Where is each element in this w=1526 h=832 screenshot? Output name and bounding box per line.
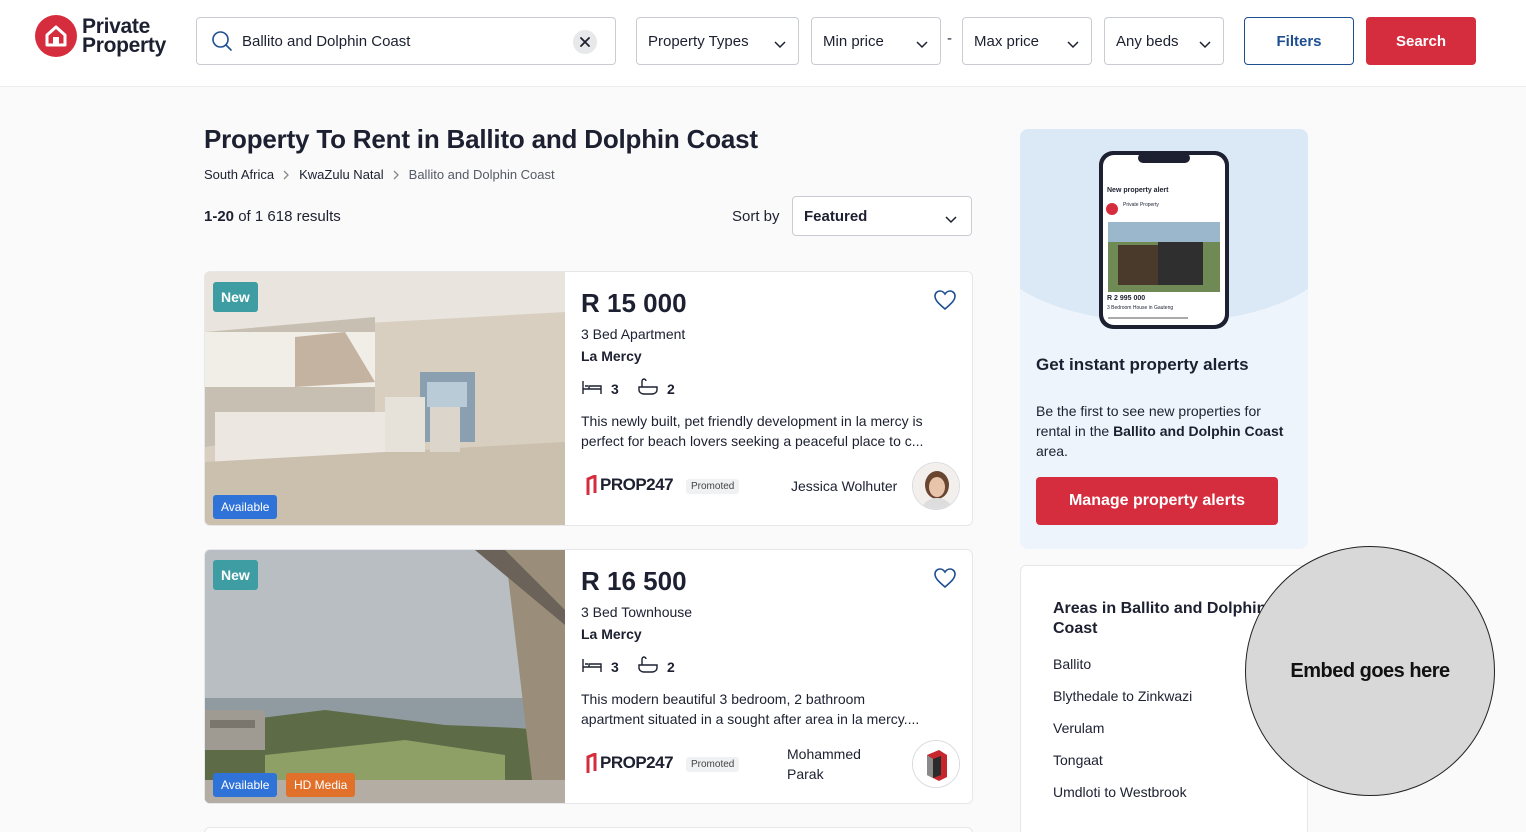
filters-button[interactable]: Filters (1244, 17, 1354, 65)
max-price-dropdown[interactable]: Max price (962, 17, 1092, 65)
chevron-down-icon (916, 36, 928, 53)
listing-description: This modern beautiful 3 bedroom, 2 bathr… (581, 691, 920, 727)
location-search-input[interactable]: Ballito and Dolphin Coast (196, 17, 616, 65)
listing-card[interactable]: New Available R 15 000 3 Bed Apartment L… (204, 271, 973, 526)
phone-alert-caption: 3 Bedroom House in Gauteng (1107, 305, 1174, 311)
chevron-right-icon (283, 170, 290, 180)
promoted-tag: Promoted (686, 757, 740, 772)
page-title: Property To Rent in Ballito and Dolphin … (204, 124, 758, 154)
search-value[interactable]: Ballito and Dolphin Coast (242, 33, 410, 50)
top-header: Private Property Ballito and Dolphin Coa… (0, 0, 1526, 87)
min-price-dropdown[interactable]: Min price (811, 17, 941, 65)
beds-label: Any beds (1116, 33, 1179, 50)
available-badge: Available (213, 773, 278, 797)
listing-card[interactable] (204, 827, 973, 832)
sort-dropdown[interactable]: Featured (792, 196, 972, 236)
listing-suburb: La Mercy (581, 348, 642, 364)
areas-title: Areas in Ballito and Dolphin Coast (1053, 600, 1267, 637)
bath-icon (637, 656, 667, 677)
alerts-title: Get instant property alerts (1036, 355, 1249, 374)
agency-logo[interactable]: PROP247 (586, 753, 674, 773)
min-price-label: Min price (823, 33, 884, 50)
listing-description: This newly built, pet friendly developme… (581, 413, 924, 449)
listing-photo[interactable]: New Available (205, 272, 565, 525)
sort-label: Sort by (732, 208, 780, 225)
sort-value: Featured (804, 208, 868, 225)
bedrooms-count: 3 (581, 656, 619, 677)
favorite-heart-icon[interactable] (933, 567, 957, 594)
search-button[interactable]: Search (1366, 17, 1476, 65)
chevron-right-icon (393, 170, 400, 180)
max-price-label: Max price (974, 33, 1040, 50)
listing-suburb: La Mercy (581, 626, 642, 642)
new-badge: New (213, 560, 258, 590)
area-link[interactable]: Verulam (1053, 720, 1104, 736)
chevron-down-icon (1199, 36, 1211, 53)
new-badge: New (213, 282, 258, 312)
agent-name: Mohammed Parak (787, 746, 861, 782)
bedrooms-count: 3 (581, 378, 619, 399)
results-count: 1-20 of 1 618 results (204, 208, 341, 225)
chevron-down-icon (774, 36, 786, 53)
agent-name: Jessica Wolhuter (791, 478, 898, 494)
search-icon (211, 30, 233, 57)
property-alerts-card: New property alert Private Property R 2 … (1020, 129, 1308, 549)
phone-alert-price: R 2 995 000 (1107, 295, 1146, 302)
embed-placeholder: Embed goes here (1245, 546, 1495, 796)
property-types-dropdown[interactable]: Property Types (636, 17, 799, 65)
bathrooms-count: 2 (637, 378, 675, 399)
bathrooms-count: 2 (637, 656, 675, 677)
listing-price: R 16 500 (581, 566, 687, 596)
area-link[interactable]: Umdloti to Westbrook (1053, 784, 1187, 800)
listing-type: 3 Bed Townhouse (581, 604, 693, 620)
phone-alert-header: New property alert (1107, 187, 1169, 194)
bed-icon (581, 656, 611, 677)
price-range-separator: - (947, 30, 952, 47)
alerts-description: Be the first to see new properties for r… (1036, 403, 1284, 459)
logo-wordmark: Private Property (82, 15, 166, 57)
property-types-label: Property Types (648, 33, 749, 50)
breadcrumb: South Africa KwaZulu Natal Ballito and D… (204, 167, 555, 182)
hd-media-badge: HD Media (286, 773, 356, 797)
chevron-down-icon (945, 211, 957, 229)
manage-alerts-button[interactable]: Manage property alerts (1036, 477, 1278, 525)
listing-card[interactable]: New Available HD Media R 16 500 3 Bed To… (204, 549, 973, 804)
bath-icon (637, 378, 667, 399)
phone-illustration: New property alert Private Property R 2 … (1098, 150, 1230, 330)
site-logo[interactable]: Private Property (35, 15, 166, 57)
agent-avatar[interactable] (912, 462, 960, 510)
area-link[interactable]: Ballito (1053, 656, 1091, 672)
breadcrumb-province[interactable]: KwaZulu Natal (299, 167, 384, 182)
favorite-heart-icon[interactable] (933, 289, 957, 316)
area-link[interactable]: Tongaat (1053, 752, 1103, 768)
agency-logo[interactable]: PROP247 (586, 475, 674, 495)
phone-alert-sender: Private Property (1123, 202, 1159, 208)
listing-price: R 15 000 (581, 288, 687, 318)
area-link[interactable]: Blythedale to Zinkwazi (1053, 688, 1192, 704)
promoted-tag: Promoted (686, 479, 740, 494)
beds-dropdown[interactable]: Any beds (1104, 17, 1224, 65)
bed-icon (581, 378, 611, 399)
house-logo-icon (35, 15, 77, 57)
breadcrumb-country[interactable]: South Africa (204, 167, 274, 182)
chevron-down-icon (1067, 36, 1079, 53)
breadcrumb-current: Ballito and Dolphin Coast (408, 167, 555, 182)
listing-type: 3 Bed Apartment (581, 326, 686, 342)
agency-avatar[interactable] (912, 740, 960, 788)
listing-photo[interactable]: New Available HD Media (205, 550, 565, 803)
clear-search-icon[interactable] (573, 30, 597, 54)
available-badge: Available (213, 495, 278, 519)
